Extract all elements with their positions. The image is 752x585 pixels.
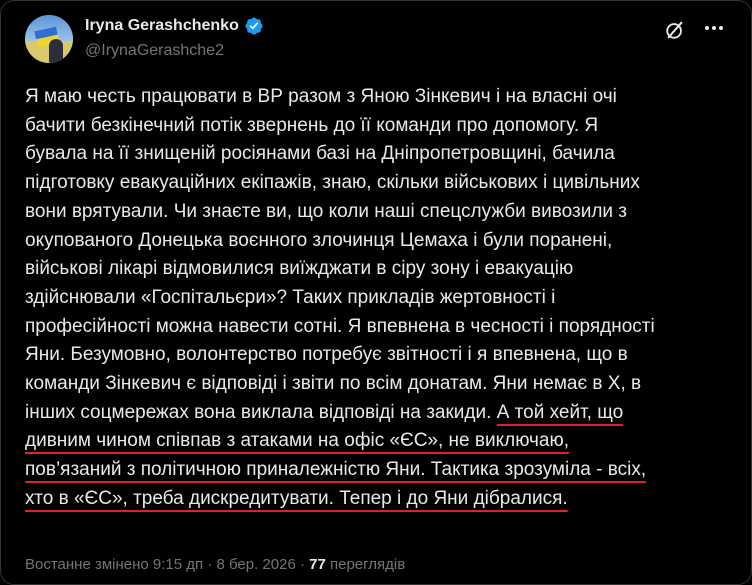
edited-timestamp[interactable]: Востанне змінено 9:15 дп · 8 бер. 2026 ·: [25, 556, 309, 573]
post-meta: Востанне змінено 9:15 дп · 8 бер. 2026 ·…: [25, 556, 405, 573]
grok-icon[interactable]: [664, 19, 686, 41]
views-count: 77: [309, 556, 326, 573]
verified-badge-icon: [245, 17, 263, 35]
author-handle[interactable]: @IrynaGerashche2: [85, 42, 224, 60]
views-label: переглядів: [325, 556, 406, 573]
post-card: Iryna Gerashchenko @IrynaGerashche2 Я ма…: [0, 0, 752, 585]
post-text: Я маю честь працювати в ВР разом з Яною …: [25, 83, 735, 514]
author-name-row[interactable]: Iryna Gerashchenko: [85, 16, 264, 36]
post-header: Iryna Gerashchenko @IrynaGerashche2: [25, 7, 731, 67]
post-text-body: Я маю честь працювати в ВР разом з Яною …: [25, 86, 655, 423]
author-name[interactable]: Iryna Gerashchenko: [85, 17, 239, 35]
more-options-icon[interactable]: [703, 17, 725, 39]
avatar[interactable]: [25, 15, 73, 63]
